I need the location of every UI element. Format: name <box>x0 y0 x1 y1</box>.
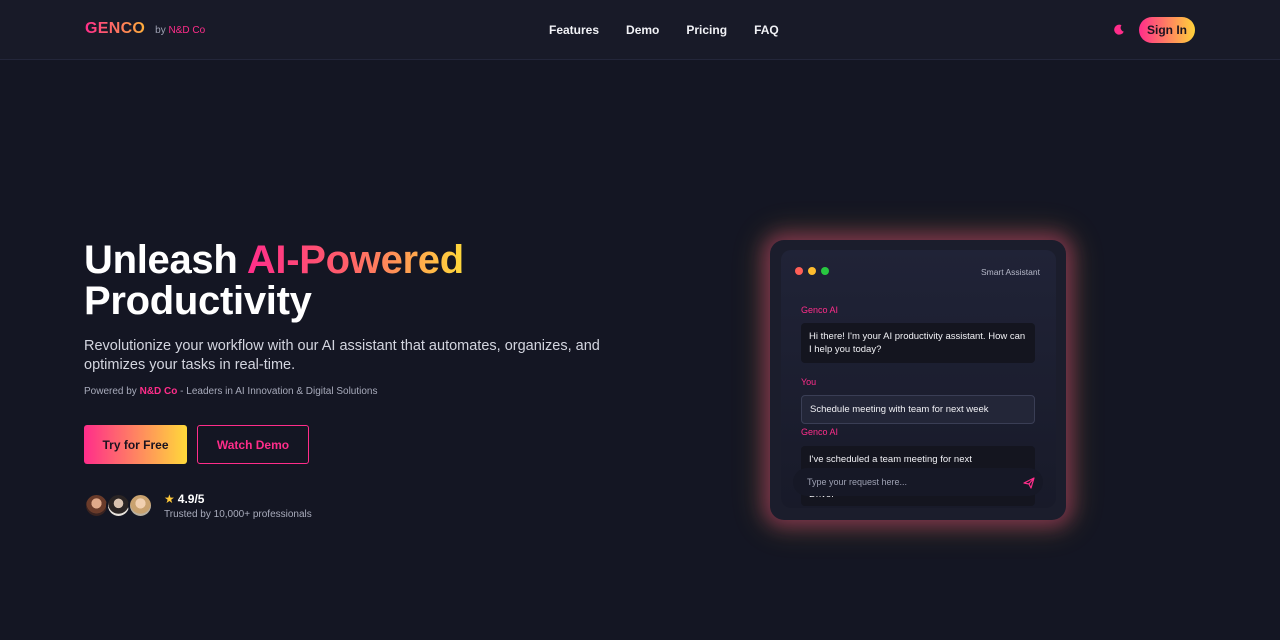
send-icon[interactable] <box>1023 476 1035 489</box>
rating-row: ★ 4.9/5 <box>164 492 312 506</box>
hero-subtitle: Revolutionize your workflow with our AI … <box>84 338 600 373</box>
powered-by: Powered by N&D Co - Leaders in AI Innova… <box>84 386 378 397</box>
powered-company: N&D Co <box>139 386 178 397</box>
moon-icon[interactable] <box>1112 23 1126 37</box>
try-free-button[interactable]: Try for Free <box>84 425 187 464</box>
main-menu: Features Demo Pricing FAQ <box>549 23 779 37</box>
nav-link-demo[interactable]: Demo <box>626 23 659 37</box>
brand-logo-text[interactable]: GENCO <box>85 20 145 38</box>
brand-by-company: N&D Co <box>168 25 206 36</box>
avatar <box>128 493 153 518</box>
user-avatars <box>84 493 154 518</box>
hero-title-line2: Productivity <box>84 279 312 323</box>
nav-link-pricing[interactable]: Pricing <box>686 23 727 37</box>
chat-message-ai: Hi there! I'm your AI productivity assis… <box>801 323 1035 363</box>
hero-title: Unleash AI-Powered Productivity <box>84 240 464 322</box>
dot-red <box>795 267 803 275</box>
star-icon: ★ <box>164 492 175 506</box>
rating-value: 4.9/5 <box>177 492 205 506</box>
window-dots <box>795 267 829 275</box>
chat-sender: Genco AI <box>801 427 839 437</box>
dot-green <box>821 267 829 275</box>
hero-title-gradient: AI-Powered <box>246 238 464 282</box>
hero-title-white: Unleash <box>84 238 247 282</box>
chat-sender: Genco AI <box>801 305 839 315</box>
chat-widget: Smart Assistant Genco AI Hi there! I'm y… <box>781 250 1056 508</box>
rating-block: ★ 4.9/5 Trusted by 10,000+ professionals <box>164 492 312 520</box>
trusted-text: Trusted by 10,000+ professionals <box>164 509 312 520</box>
brand-by-prefix: by <box>155 25 166 36</box>
chat-sender: You <box>801 377 817 387</box>
dot-yellow <box>808 267 816 275</box>
watch-demo-button[interactable]: Watch Demo <box>197 425 309 464</box>
brand[interactable]: GENCO by N&D Co <box>85 20 205 38</box>
chat-title: Smart Assistant <box>980 267 1040 277</box>
sign-in-button[interactable]: Sign In <box>1139 17 1195 43</box>
chat-input[interactable]: Type your request here... <box>793 468 1043 496</box>
top-navbar: GENCO by N&D Co Features Demo Pricing FA… <box>0 0 1280 60</box>
powered-suffix: - Leaders in AI Innovation & Digital Sol… <box>177 386 378 397</box>
chat-message-text: I've scheduled a team meeting for next <box>809 454 972 465</box>
powered-prefix: Powered by <box>84 386 140 397</box>
nav-link-features[interactable]: Features <box>549 23 599 37</box>
chat-message-user: Schedule meeting with team for next week <box>801 395 1035 424</box>
brand-byline: by N&D Co <box>155 25 205 36</box>
nav-link-faq[interactable]: FAQ <box>754 23 779 37</box>
chat-input-placeholder: Type your request here... <box>807 477 908 487</box>
